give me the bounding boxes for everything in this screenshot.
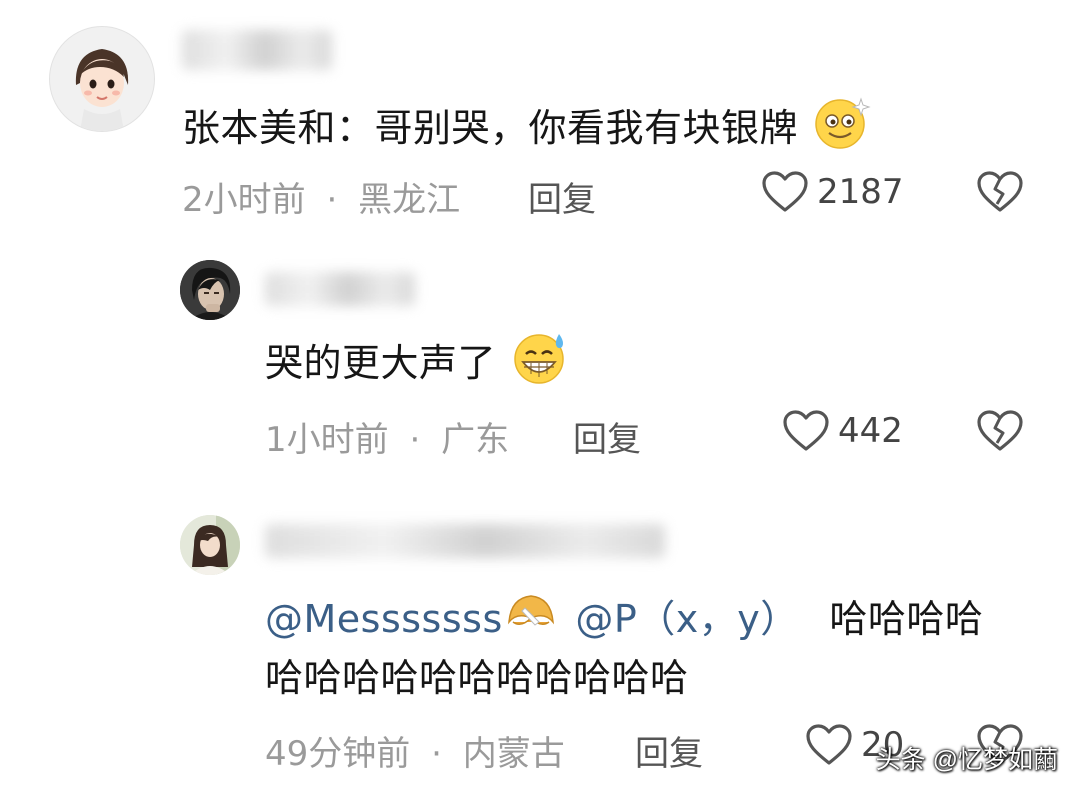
cartoon-girl-avatar-image [50,27,154,131]
smile-sparkle-emoji-icon [813,93,871,168]
username-blurred[interactable] [265,524,665,558]
meta-separator: · [409,420,421,460]
photo-avatar-image [180,260,240,320]
meta-separator: · [326,180,338,220]
comment-text: @Messsssss @P（x，y） 哈哈哈哈 [265,588,983,655]
comment-meta: 2小时前 · 黑龙江 [182,172,460,221]
mention-link[interactable]: @Messsssss [265,597,503,641]
meta-separator: · [431,734,442,774]
watermark-label: 头条 @忆梦如繭 [875,746,1058,774]
like-count: 442 [838,411,903,451]
heart-outline-icon [806,724,852,765]
like-count: 2187 [817,172,904,212]
user-avatar[interactable] [180,260,240,320]
comment-text-line2: 哈哈哈哈哈哈哈哈哈哈哈 [265,656,689,700]
reply-button[interactable]: 回复 [635,726,703,775]
photo-avatar-image [180,515,240,575]
fortune-cookie-emoji-icon [505,588,557,655]
reply-button[interactable]: 回复 [573,412,641,461]
grin-sweat-emoji-icon [511,328,569,403]
comment-meta: 1小时前 · 广东 [265,412,509,461]
heart-outline-icon [762,171,808,212]
comment-location: 黑龙江 [358,180,461,220]
comment-time: 2小时前 [182,180,306,220]
comment-time: 49分钟前 [265,734,411,774]
mention-link[interactable]: @P（x，y） [575,597,798,641]
comment-location: 内蒙古 [462,734,565,774]
comment-location: 广东 [441,420,510,460]
broken-heart-icon [977,171,1023,212]
comment-time: 1小时前 [265,420,389,460]
username-blurred[interactable] [182,30,332,70]
username-blurred[interactable] [265,272,415,306]
dislike-button[interactable] [976,409,1024,457]
like-button[interactable]: 2187 [761,170,904,214]
heart-outline-icon [783,410,829,451]
comment-text: 张本美和：哥别哭，你看我有块银牌 [182,93,871,168]
reply-button[interactable]: 回复 [528,172,596,221]
user-avatar[interactable] [180,515,240,575]
dislike-button[interactable] [976,170,1024,218]
broken-heart-icon [977,410,1023,451]
comment-meta: 49分钟前 · 内蒙古 [265,726,565,775]
user-avatar[interactable] [49,26,155,132]
comment-text: 哭的更大声了 [265,328,569,403]
like-button[interactable]: 442 [782,409,903,453]
comment-text-line1: 哈哈哈哈 [829,597,984,641]
